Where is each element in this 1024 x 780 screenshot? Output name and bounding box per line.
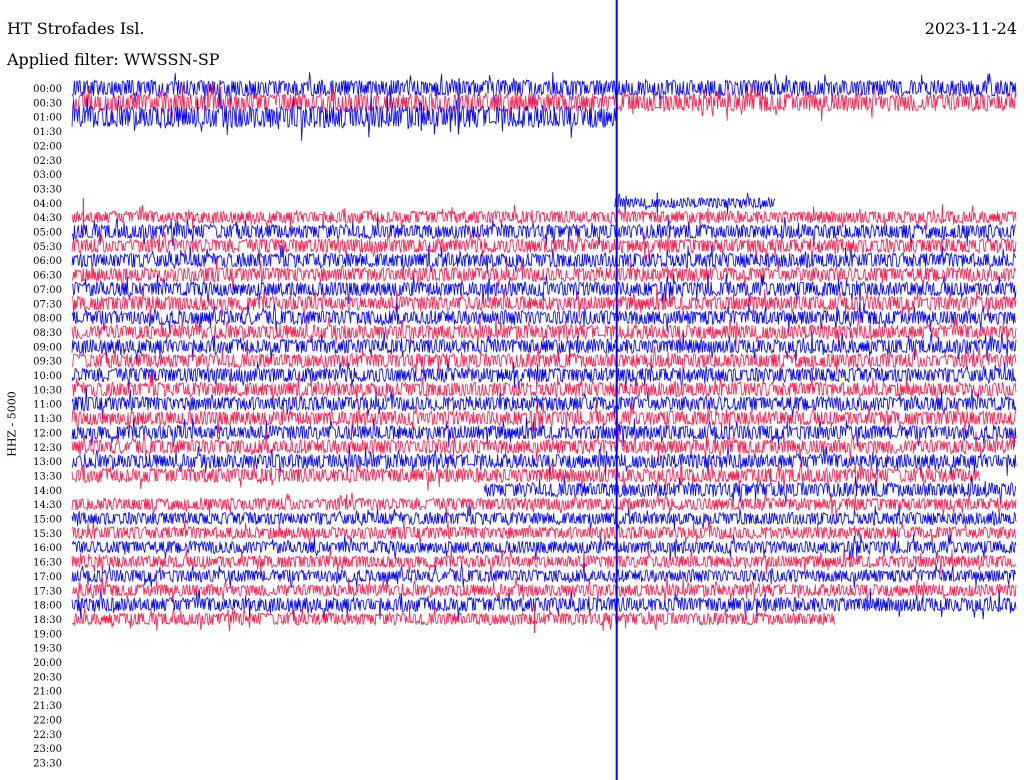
helicorder-plot: 00:00 00:30 01:00 01:30 02:00 02:30 03:00 03:30…	[33, 0, 1017, 780]
time-label: 13:00	[33, 457, 62, 468]
time-label: 17:30	[33, 586, 62, 597]
time-label: 12:30	[33, 443, 62, 454]
seismic-traces	[71, 71, 1017, 633]
time-axis-labels: 00:00 00:30 01:00 01:30 02:00 02:30 03:00 03:30…	[33, 84, 62, 769]
time-label: 19:00	[33, 629, 62, 640]
time-label: 08:00	[33, 314, 62, 325]
time-label: 09:30	[33, 357, 62, 368]
time-label: 23:30	[33, 758, 62, 769]
time-label: 19:30	[33, 644, 62, 655]
time-label: 11:30	[33, 414, 62, 425]
time-label: 21:30	[33, 701, 62, 712]
time-label: 05:00	[33, 228, 62, 239]
time-label: 18:00	[33, 601, 62, 612]
time-label: 17:00	[33, 572, 62, 583]
time-label: 01:00	[33, 113, 62, 124]
time-label: 07:00	[33, 285, 62, 296]
time-label: 04:00	[33, 199, 62, 210]
time-label: 20:30	[33, 672, 62, 683]
time-label: 02:00	[33, 141, 62, 152]
time-label: 01:30	[33, 127, 62, 138]
time-label: 06:30	[33, 271, 62, 282]
time-label: 03:00	[33, 170, 62, 181]
time-label: 10:00	[33, 371, 62, 382]
time-label: 03:30	[33, 184, 62, 195]
time-label: 21:00	[33, 687, 62, 698]
time-label: 15:30	[33, 529, 62, 540]
trace-row	[71, 606, 835, 632]
time-label: 20:00	[33, 658, 62, 669]
time-label: 04:30	[33, 213, 62, 224]
time-label: 14:00	[33, 486, 62, 497]
time-label: 02:30	[33, 156, 62, 167]
trace-row	[71, 505, 1017, 531]
time-label: 13:30	[33, 471, 62, 482]
time-label: 06:00	[33, 256, 62, 267]
time-label: 08:30	[33, 328, 62, 339]
trace-row	[71, 316, 1017, 348]
time-label: 22:00	[33, 715, 62, 726]
trace-row	[71, 534, 1017, 561]
time-label: 00:30	[33, 98, 62, 109]
time-label: 15:00	[33, 515, 62, 526]
time-label: 23:00	[33, 744, 62, 755]
time-label: 14:30	[33, 500, 62, 511]
time-label: 00:00	[33, 84, 62, 95]
time-label: 07:30	[33, 299, 62, 310]
trace-row	[614, 192, 776, 214]
time-label: 05:30	[33, 242, 62, 253]
time-label: 09:00	[33, 342, 62, 353]
time-label: 18:30	[33, 615, 62, 626]
time-label: 10:30	[33, 385, 62, 396]
time-label: 11:00	[33, 400, 62, 411]
time-label: 22:30	[33, 730, 62, 741]
time-label: 12:00	[33, 428, 62, 439]
time-label: 16:00	[33, 543, 62, 554]
time-label: 16:30	[33, 558, 62, 569]
trace-row	[71, 492, 1017, 518]
trace-row	[71, 302, 1017, 333]
